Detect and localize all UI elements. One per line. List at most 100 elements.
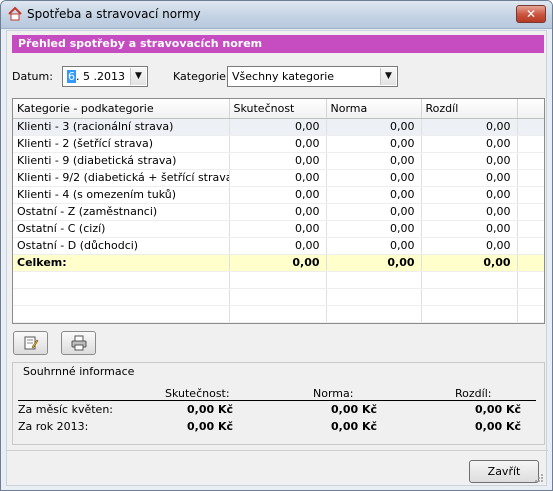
cell-actual: 0,00 bbox=[229, 118, 327, 136]
cell-diff: 0,00 bbox=[421, 135, 518, 153]
empty-row bbox=[13, 271, 544, 289]
dialog-window: Spotřeba a stravovací normy ✕ Přehled sp… bbox=[0, 0, 553, 491]
summary-groupbox: Souhrnné informace Skutečnost: Norma: Ro… bbox=[12, 362, 545, 445]
cell-category: Klienti - 2 (šetřící strava) bbox=[13, 135, 230, 153]
cell-actual: 0,00 bbox=[229, 203, 327, 221]
empty-row bbox=[13, 288, 544, 306]
summary-title: Souhrnné informace bbox=[23, 365, 135, 378]
cell-category: Klienti - 9 (diabetická strava) bbox=[13, 152, 230, 170]
cell-norm: 0,00 bbox=[326, 118, 422, 136]
cell-category: Klienti - 9/2 (diabetická + šetřící stra… bbox=[13, 169, 230, 187]
cell-norm: 0,00 bbox=[326, 135, 422, 153]
cell-spacer bbox=[517, 220, 544, 238]
edit-note-icon bbox=[24, 336, 39, 350]
cell-norm: 0,00 bbox=[326, 152, 422, 170]
date-day: 6 bbox=[67, 70, 76, 83]
window-close-button[interactable]: ✕ bbox=[516, 5, 546, 23]
column-header-diff[interactable]: Rozdíl bbox=[421, 99, 518, 119]
total-row[interactable]: Celkem: 0,00 0,00 0,00 bbox=[13, 254, 544, 272]
chevron-down-icon[interactable]: ▼ bbox=[130, 68, 146, 85]
total-norm: 0,00 bbox=[326, 254, 422, 272]
table-row[interactable]: Ostatní - Z (zaměstnanci) 0,00 0,00 0,00 bbox=[13, 203, 544, 221]
cell-diff: 0,00 bbox=[421, 169, 518, 187]
category-select[interactable]: Všechny kategorie ▼ bbox=[227, 66, 398, 87]
consumption-grid[interactable]: Kategorie - podkategorie Skutečnost Norm… bbox=[12, 98, 545, 324]
printer-icon bbox=[71, 335, 87, 351]
cell-actual: 0,00 bbox=[229, 237, 327, 255]
column-header-spacer bbox=[517, 99, 544, 119]
cell-diff: 0,00 bbox=[421, 186, 518, 204]
cell-norm: 0,00 bbox=[326, 220, 422, 238]
total-label: Celkem: bbox=[13, 254, 230, 272]
cell-spacer bbox=[517, 237, 544, 255]
date-month-year: . 5 .2013 bbox=[76, 70, 125, 83]
cell-norm: 0,00 bbox=[326, 203, 422, 221]
window-title: Spotřeba a stravovací normy bbox=[27, 7, 201, 21]
summary-month-label: Za měsíc květen: bbox=[18, 403, 113, 416]
cell-category: Klienti - 3 (racionální strava) bbox=[13, 118, 230, 136]
summary-col-actual: Skutečnost: bbox=[165, 387, 230, 400]
cell-diff: 0,00 bbox=[421, 237, 518, 255]
table-row[interactable]: Klienti - 3 (racionální strava) 0,00 0,0… bbox=[13, 118, 544, 136]
cell-category: Klienti - 4 (s omezením tuků) bbox=[13, 186, 230, 204]
table-row[interactable]: Ostatní - D (důchodci) 0,00 0,00 0,00 bbox=[13, 237, 544, 255]
summary-year-norm: 0,00 Kč bbox=[331, 420, 378, 433]
table-row[interactable]: Klienti - 2 (šetřící strava) 0,00 0,00 0… bbox=[13, 135, 544, 153]
cell-diff: 0,00 bbox=[421, 118, 518, 136]
resize-grip-icon[interactable] bbox=[534, 473, 544, 483]
cell-spacer bbox=[517, 169, 544, 187]
cell-actual: 0,00 bbox=[229, 169, 327, 187]
section-header: Přehled spotřeby a stravovacích norem bbox=[12, 35, 544, 53]
summary-year-actual: 0,00 Kč bbox=[187, 420, 234, 433]
cell-category: Ostatní - C (cizí) bbox=[13, 220, 230, 238]
table-row[interactable]: Klienti - 4 (s omezením tuků) 0,00 0,00 … bbox=[13, 186, 544, 204]
cell-category: Ostatní - Z (zaměstnanci) bbox=[13, 203, 230, 221]
date-value: 6. 5 .2013 bbox=[67, 70, 125, 83]
summary-divider bbox=[18, 400, 536, 401]
cell-spacer bbox=[517, 254, 544, 272]
cell-actual: 0,00 bbox=[229, 186, 327, 204]
cell-actual: 0,00 bbox=[229, 135, 327, 153]
summary-month-diff: 0,00 Kč bbox=[475, 403, 522, 416]
table-row[interactable]: Klienti - 9/2 (diabetická + šetřící stra… bbox=[13, 169, 544, 187]
column-header-norm[interactable]: Norma bbox=[326, 99, 422, 119]
total-diff: 0,00 bbox=[421, 254, 518, 272]
cell-norm: 0,00 bbox=[326, 169, 422, 187]
cell-norm: 0,00 bbox=[326, 237, 422, 255]
summary-month-actual: 0,00 Kč bbox=[187, 403, 234, 416]
title-bar[interactable]: Spotřeba a stravovací normy ✕ bbox=[1, 1, 552, 29]
total-actual: 0,00 bbox=[229, 254, 327, 272]
footer-divider bbox=[7, 450, 548, 451]
cell-diff: 0,00 bbox=[421, 220, 518, 238]
summary-year-diff: 0,00 Kč bbox=[475, 420, 522, 433]
category-label: Kategorie: bbox=[173, 70, 230, 83]
date-label: Datum: bbox=[12, 70, 53, 83]
chevron-down-icon[interactable]: ▼ bbox=[380, 68, 396, 85]
dialog-client-area: Přehled spotřeby a stravovacích norem Da… bbox=[6, 30, 548, 486]
summary-month-norm: 0,00 Kč bbox=[331, 403, 378, 416]
column-header-category[interactable]: Kategorie - podkategorie bbox=[13, 99, 230, 119]
empty-row bbox=[13, 305, 544, 323]
cell-actual: 0,00 bbox=[229, 152, 327, 170]
summary-year-label: Za rok 2013: bbox=[18, 420, 89, 433]
cell-spacer bbox=[517, 118, 544, 136]
cell-spacer bbox=[517, 186, 544, 204]
cell-norm: 0,00 bbox=[326, 186, 422, 204]
table-row[interactable]: Ostatní - C (cizí) 0,00 0,00 0,00 bbox=[13, 220, 544, 238]
summary-col-diff: Rozdíl: bbox=[455, 387, 492, 400]
table-row[interactable]: Klienti - 9 (diabetická strava) 0,00 0,0… bbox=[13, 152, 544, 170]
print-button[interactable] bbox=[61, 331, 96, 355]
close-button[interactable]: Zavřít bbox=[469, 460, 539, 483]
cell-spacer bbox=[517, 152, 544, 170]
cell-diff: 0,00 bbox=[421, 203, 518, 221]
column-header-actual[interactable]: Skutečnost bbox=[229, 99, 327, 119]
app-home-icon bbox=[8, 6, 22, 21]
cell-spacer bbox=[517, 203, 544, 221]
summary-col-norm: Norma: bbox=[313, 387, 354, 400]
cell-category: Ostatní - D (důchodci) bbox=[13, 237, 230, 255]
cell-actual: 0,00 bbox=[229, 220, 327, 238]
category-value: Všechny kategorie bbox=[232, 70, 335, 83]
edit-button[interactable] bbox=[13, 331, 48, 355]
cell-spacer bbox=[517, 135, 544, 153]
date-picker[interactable]: 6. 5 .2013 ▼ bbox=[62, 66, 148, 87]
